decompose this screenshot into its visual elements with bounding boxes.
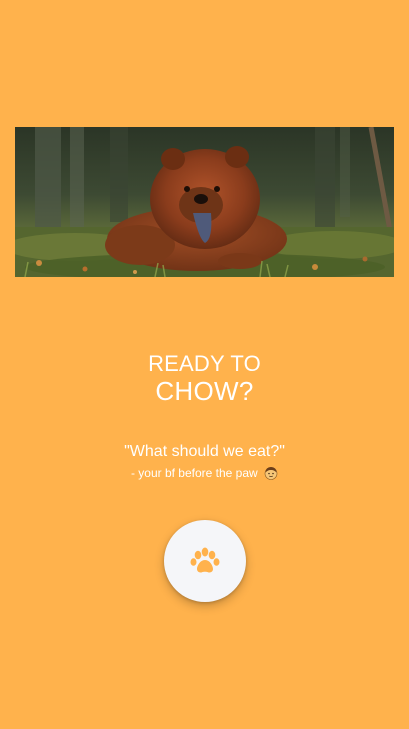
quote-text: "What should we eat?" <box>124 443 285 460</box>
hero-image <box>15 127 394 277</box>
quote-attribution: - your bf before the paw <box>130 466 258 480</box>
headline-line1: READY TO <box>148 351 261 376</box>
paw-button[interactable] <box>164 520 246 602</box>
quote-attribution-row: - your bf before the paw <box>0 466 409 480</box>
dog-photo <box>15 127 394 277</box>
boy-face-emoji <box>264 467 278 480</box>
headline-line2: CHOW? <box>155 376 254 406</box>
paw-icon <box>190 547 220 573</box>
